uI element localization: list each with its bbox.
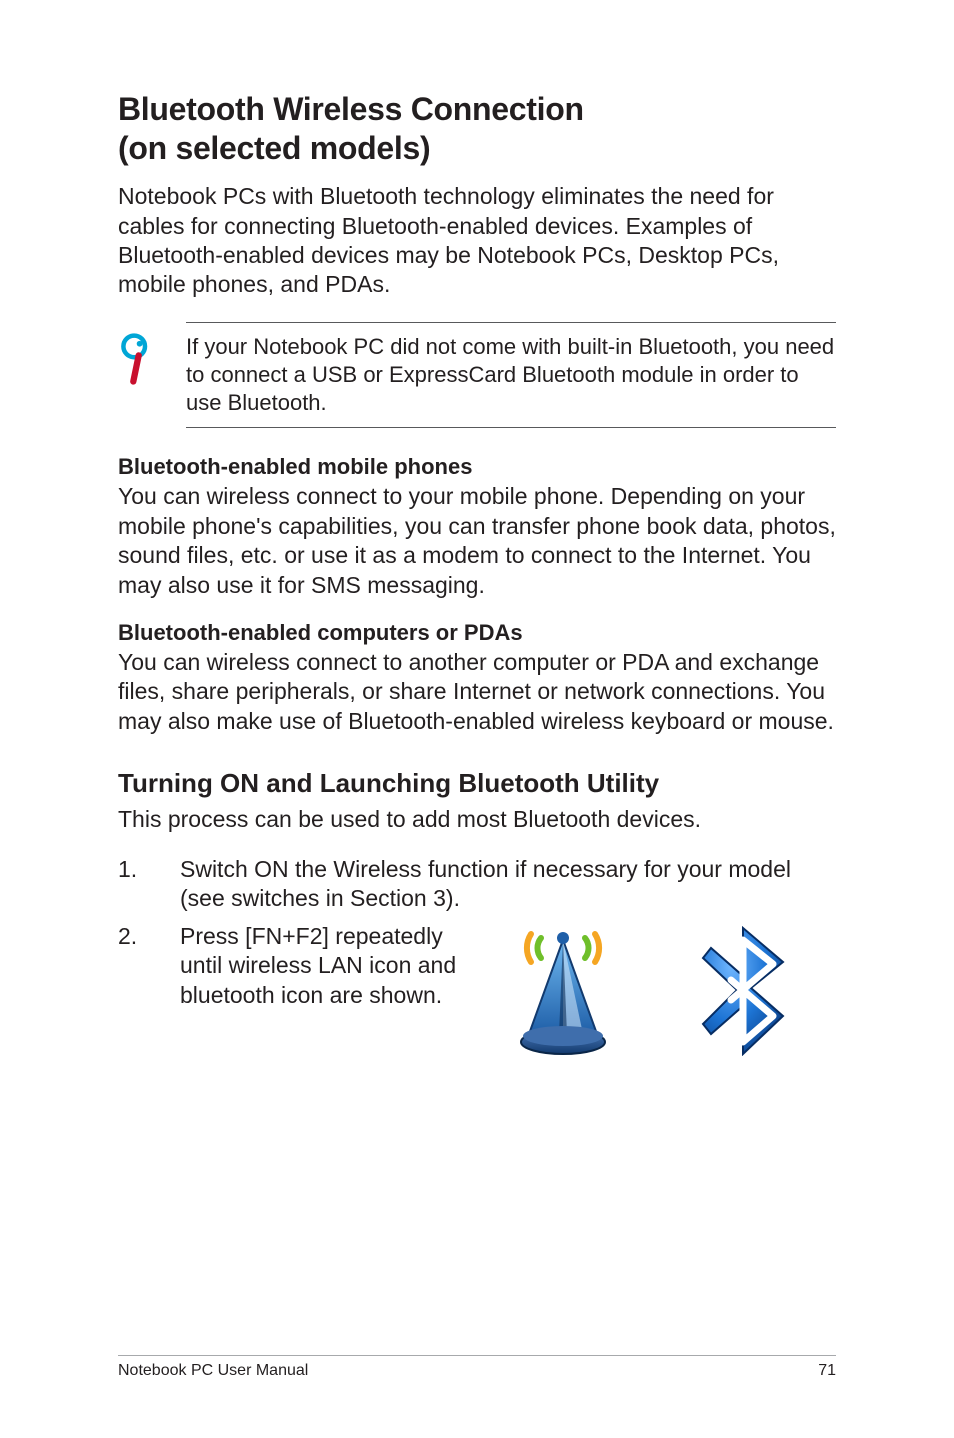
sub1-body: You can wireless connect to your mobile … xyxy=(118,482,836,600)
step-1-number: 1. xyxy=(118,855,150,914)
step-2-text: Press [FN+F2] repeatedly until wireless … xyxy=(180,922,460,1010)
intro-paragraph: Notebook PCs with Bluetooth technology e… xyxy=(118,182,836,300)
footer-page-number: 71 xyxy=(818,1362,836,1380)
tip-text: If your Notebook PC did not come with bu… xyxy=(186,333,836,417)
sub2-body: You can wireless connect to another comp… xyxy=(118,648,836,736)
step-2: 2. Press [FN+F2] repeatedly until wirele… xyxy=(118,922,836,1063)
section-lead: This process can be used to add most Blu… xyxy=(118,805,836,834)
tip-magnifier-icon xyxy=(118,322,154,391)
bluetooth-icon xyxy=(693,926,793,1063)
page-title: Bluetooth Wireless Connection (on select… xyxy=(118,90,836,168)
footer-manual-title: Notebook PC User Manual xyxy=(118,1362,308,1380)
sub1-heading: Bluetooth-enabled mobile phones xyxy=(118,454,836,480)
step-2-number: 2. xyxy=(118,922,150,1063)
section-heading: Turning ON and Launching Bluetooth Utili… xyxy=(118,768,836,799)
title-line-2: (on selected models) xyxy=(118,130,430,166)
wireless-lan-icon xyxy=(503,926,623,1063)
sub2-heading: Bluetooth-enabled computers or PDAs xyxy=(118,620,836,646)
title-line-1: Bluetooth Wireless Connection xyxy=(118,91,584,127)
step-1-text: Switch ON the Wireless function if neces… xyxy=(180,855,836,914)
page-footer: Notebook PC User Manual 71 xyxy=(118,1355,836,1380)
tip-callout: If your Notebook PC did not come with bu… xyxy=(118,322,836,428)
step-1: 1. Switch ON the Wireless function if ne… xyxy=(118,855,836,914)
steps-list: 1. Switch ON the Wireless function if ne… xyxy=(118,855,836,1063)
step-2-icons xyxy=(460,922,836,1063)
